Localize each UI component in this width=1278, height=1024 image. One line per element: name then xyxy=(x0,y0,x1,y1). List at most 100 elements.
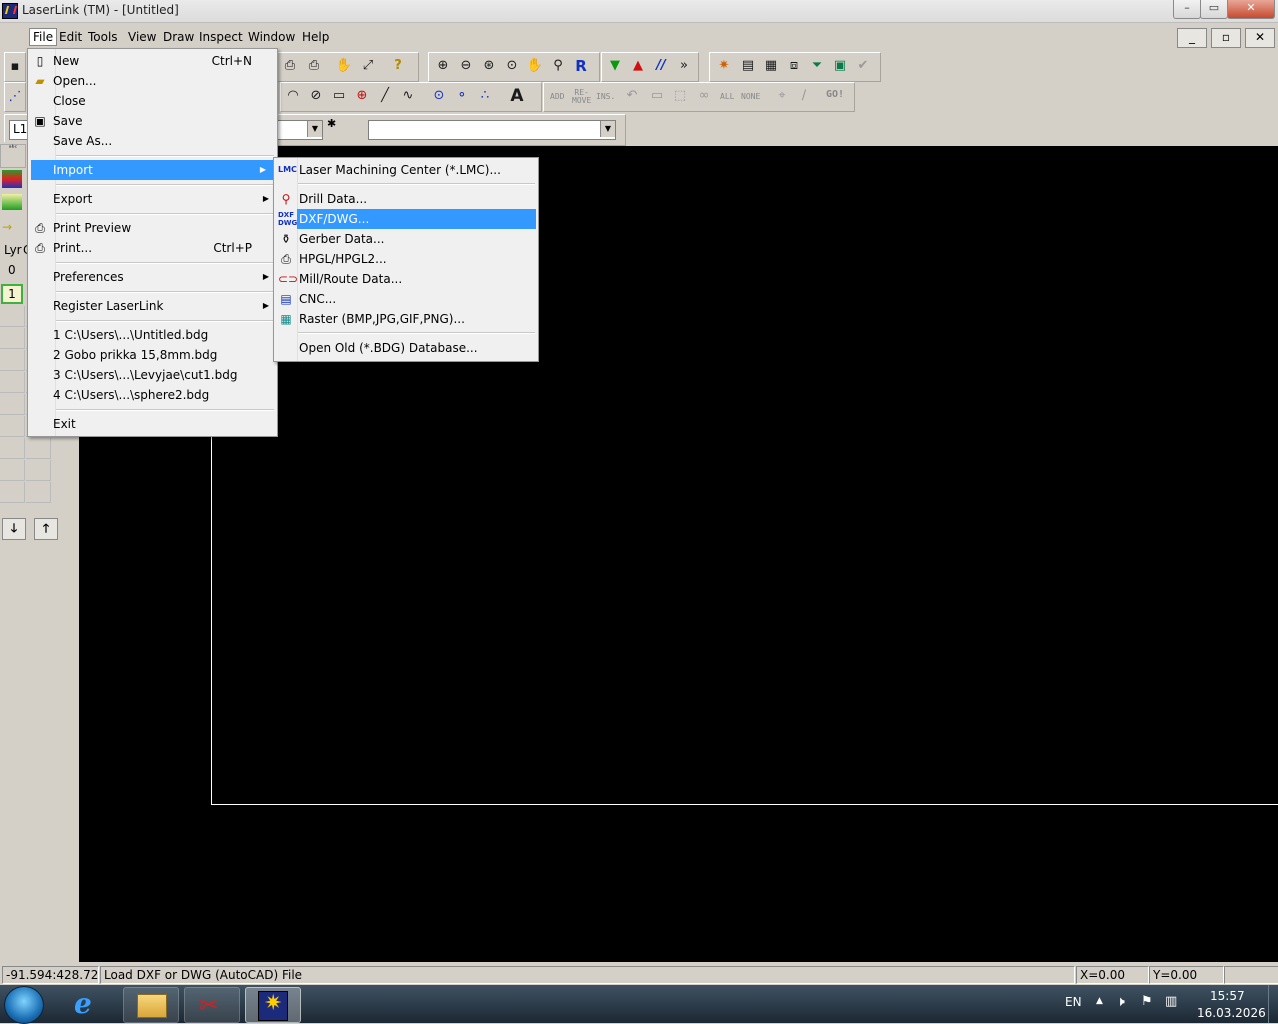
clock-time[interactable]: 15:57 xyxy=(1210,989,1245,1003)
print-icon[interactable]: ⎙ xyxy=(280,56,300,76)
laserlink-taskbar-icon[interactable]: ✷ xyxy=(245,987,301,1023)
help-question-icon[interactable]: ? xyxy=(388,56,408,76)
arc-icon[interactable]: ◠ xyxy=(283,86,303,106)
menu-tools[interactable]: Tools xyxy=(88,30,118,44)
dashed-box-icon[interactable]: ⬚ xyxy=(670,86,690,106)
menu-inspect[interactable]: Inspect xyxy=(199,30,243,44)
file-menu-export[interactable]: Export ▶ xyxy=(28,189,277,209)
recent-file-2[interactable]: 2 Gobo prikka 15,8mm.bdg xyxy=(28,345,277,365)
point-icon[interactable]: ⊙ xyxy=(429,86,449,106)
import-open-old-bdg[interactable]: Open Old (*.BDG) Database... xyxy=(274,338,538,358)
action-center-flag-icon[interactable]: ⚑ xyxy=(1141,994,1153,1009)
menu-file[interactable]: File xyxy=(29,28,58,46)
import-gerber[interactable]: ⚱ Gerber Data... xyxy=(274,229,538,249)
layer-row-1[interactable]: 1 xyxy=(1,284,23,304)
undo-icon[interactable]: ↶ xyxy=(622,86,642,106)
import-cnc[interactable]: ▤ CNC... xyxy=(274,289,538,309)
polyline-tool-icon[interactable]: ∿ xyxy=(398,86,418,106)
array-icon[interactable]: ⧈ xyxy=(784,56,804,76)
style-combo[interactable]: ▼ xyxy=(368,120,616,140)
laser-icon[interactable]: ✷ xyxy=(714,56,734,76)
close-button[interactable]: ✕ xyxy=(1227,0,1275,19)
list-icon[interactable]: ▤ xyxy=(738,56,758,76)
add-button[interactable]: ADD xyxy=(550,93,564,101)
file-menu-save[interactable]: ▣ Save xyxy=(28,111,277,131)
menu-edit[interactable]: Edit xyxy=(59,30,82,44)
file-menu-exit[interactable]: Exit xyxy=(28,414,277,434)
grid-icon[interactable]: ▦ xyxy=(761,56,781,76)
pan-icon[interactable]: ✋ xyxy=(525,56,545,76)
file-menu-preferences[interactable]: Preferences ▶ xyxy=(28,267,277,287)
zoom-window-icon[interactable]: ⊙ xyxy=(502,56,522,76)
pin-icon[interactable]: ✱ xyxy=(327,117,336,130)
rectangle-tool-icon[interactable]: ▭ xyxy=(329,86,349,106)
fast-forward-icon[interactable]: » xyxy=(674,56,694,76)
move-layer-down-button[interactable]: 🡓 xyxy=(2,518,26,540)
check-doc-icon[interactable]: ▣ xyxy=(830,56,850,76)
layer-green-icon[interactable] xyxy=(2,194,22,210)
import-drill[interactable]: ⚲ Drill Data... xyxy=(274,189,538,209)
pen-combo-arrow-icon[interactable]: ▼ xyxy=(307,121,322,137)
move-layer-up-button[interactable]: 🡑 xyxy=(34,518,58,540)
clock-date[interactable]: 16.03.2026 xyxy=(1197,1006,1266,1020)
network-icon[interactable]: ▥ xyxy=(1165,994,1177,1009)
mdi-minimize-button[interactable]: _ xyxy=(1177,28,1207,48)
file-menu-close[interactable]: Close xyxy=(28,91,277,111)
redraw-r-icon[interactable]: R xyxy=(571,56,591,76)
import-mill-route[interactable]: ⊂⊃ Mill/Route Data... xyxy=(274,269,538,289)
language-indicator[interactable]: EN xyxy=(1065,995,1082,1009)
file-menu-register[interactable]: Register LaserLink ▶ xyxy=(28,296,277,316)
tool-app-icon[interactable]: ✂ xyxy=(184,987,240,1023)
crosshair-icon[interactable]: ⌖ xyxy=(772,86,792,106)
line-tool-icon[interactable]: ╱ xyxy=(375,86,395,106)
import-raster[interactable]: ▦ Raster (BMP,JPG,GIF,PNG)... xyxy=(274,309,538,329)
internet-explorer-icon[interactable]: e xyxy=(62,987,116,1021)
maximize-button[interactable]: ▭ xyxy=(1200,0,1228,19)
file-menu-new[interactable]: ▯ New Ctrl+N xyxy=(28,51,277,71)
layer-row-0[interactable]: 0 xyxy=(8,263,16,277)
zoom-fit-icon[interactable]: ⊛ xyxy=(479,56,499,76)
file-menu-import[interactable]: Import ▶ xyxy=(31,160,274,180)
slash-icon[interactable]: // xyxy=(651,56,671,76)
points-pair-icon[interactable]: ⚬ xyxy=(452,86,472,106)
minimize-button[interactable]: – xyxy=(1173,0,1201,19)
recent-file-4[interactable]: 4 C:\Users\...\sphere2.bdg xyxy=(28,385,277,405)
style-combo-arrow-icon[interactable]: ▼ xyxy=(600,121,615,137)
menu-help[interactable]: Help xyxy=(302,30,329,44)
select-none-button[interactable]: NONE xyxy=(741,93,760,101)
layer-top-icon[interactable]: ᵃᵇᶜ xyxy=(0,144,26,168)
zoom-out-icon[interactable]: ⊖ xyxy=(456,56,476,76)
start-button[interactable] xyxy=(4,986,44,1024)
layer-arrow-icon[interactable]: → xyxy=(2,220,22,234)
node-tool-icon[interactable]: ⋰ xyxy=(5,87,25,107)
import-lmc[interactable]: LMC Laser Machining Center (*.LMC)... xyxy=(274,160,538,180)
mdi-close-button[interactable]: ✕ xyxy=(1245,28,1275,48)
file-menu-print[interactable]: ⎙ Print... Ctrl+P xyxy=(28,238,277,258)
new-doc-icon[interactable]: ▪ xyxy=(5,57,25,77)
pen-combo[interactable]: ▼ xyxy=(278,120,323,140)
go-button[interactable]: GO! xyxy=(826,90,844,100)
remove-button[interactable]: RE- MOVE xyxy=(572,89,591,105)
edit-node-icon[interactable]: ⤢ xyxy=(358,56,378,76)
mdi-restore-button[interactable]: ▫ xyxy=(1211,28,1241,48)
menu-view[interactable]: View xyxy=(128,30,156,44)
target-icon[interactable]: ⊕ xyxy=(352,86,372,106)
link-icon[interactable]: ∞ xyxy=(694,86,714,106)
recent-file-1[interactable]: 1 C:\Users\...\Untitled.bdg xyxy=(28,325,277,345)
file-explorer-icon[interactable] xyxy=(123,987,179,1023)
down-triangle-icon[interactable]: ▼ xyxy=(605,56,625,76)
file-menu-open[interactable]: ▰ Open... xyxy=(28,71,277,91)
path-icon[interactable]: ∕ xyxy=(794,86,814,106)
points-group-icon[interactable]: ∴ xyxy=(475,86,495,106)
layers-stack-icon[interactable] xyxy=(2,170,22,188)
recent-file-3[interactable]: 3 C:\Users\...\Levyjae\cut1.bdg xyxy=(28,365,277,385)
text-tool-icon[interactable]: A xyxy=(507,86,527,106)
import-dxf-dwg[interactable]: DXF/DWG... xyxy=(297,209,536,229)
import-hpgl[interactable]: ⎙ HPGL/HPGL2... xyxy=(274,249,538,269)
insert-button[interactable]: INS. xyxy=(596,93,615,101)
show-desktop-button[interactable] xyxy=(1268,985,1278,1023)
select-all-button[interactable]: ALL xyxy=(720,93,734,101)
filter-icon[interactable]: ⏷ xyxy=(807,56,827,76)
volume-icon[interactable]: 🕨 xyxy=(1116,994,1125,1010)
show-hidden-icons-icon[interactable]: ▲ xyxy=(1096,996,1103,1006)
